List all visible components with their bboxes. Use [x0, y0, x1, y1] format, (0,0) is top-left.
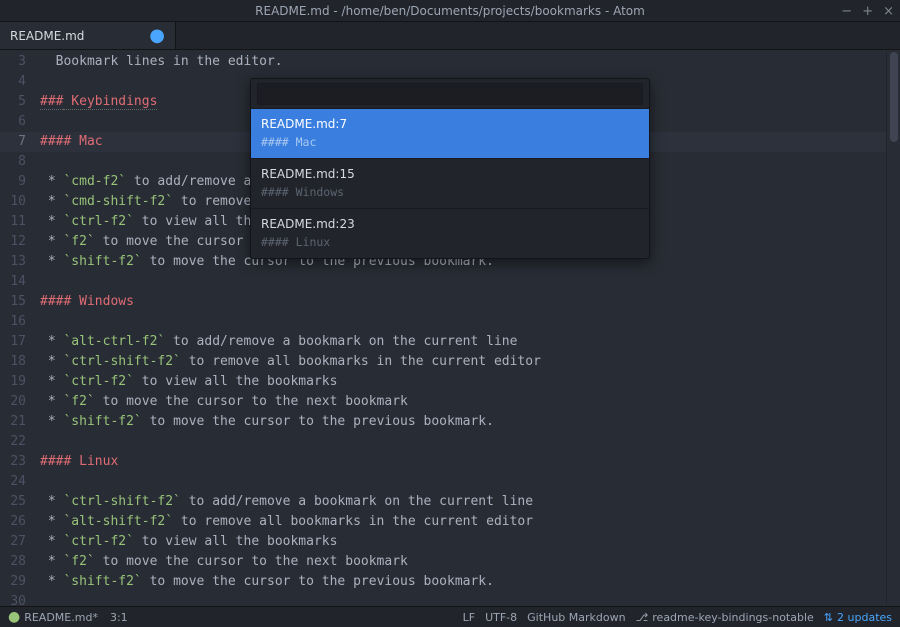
scrollbar-thumb[interactable]	[890, 52, 898, 142]
line-number: 6	[0, 112, 34, 132]
window-minimize-button[interactable]: −	[841, 4, 852, 19]
status-left: ● README.md* 3:1	[8, 611, 128, 624]
heading-hash: ####	[40, 134, 71, 149]
line-number: 20	[0, 392, 34, 412]
code-text: Bookmark lines in the editor.	[40, 54, 283, 69]
line-number: 14	[0, 272, 34, 292]
window-close-button[interactable]: ×	[883, 4, 894, 19]
heading-hash: ###	[40, 94, 63, 110]
editor[interactable]: 3456789101112131415161718192021222324252…	[0, 50, 900, 606]
window-title: README.md - /home/ben/Documents/projects…	[255, 4, 645, 18]
git-branch-label: readme-key-bindings-notable	[652, 611, 814, 624]
window-maximize-button[interactable]: +	[862, 4, 873, 19]
palette-item-secondary: #### Windows	[261, 185, 639, 199]
window-controls: − + ×	[841, 0, 894, 22]
line-number: 3	[0, 52, 34, 72]
tab-readme[interactable]: README.md ●	[0, 22, 176, 49]
line-number: 17	[0, 332, 34, 352]
line-number: 29	[0, 572, 34, 592]
status-right: LF UTF-8 GitHub Markdown ⎇ readme-key-bi…	[463, 611, 892, 624]
updates-label: 2 updates	[837, 611, 892, 624]
line-number: 18	[0, 352, 34, 372]
status-cursor[interactable]: 3:1	[110, 611, 128, 624]
palette-item-primary: README.md:23	[261, 217, 639, 231]
bookmarks-palette: README.md:7 #### Mac README.md:15 #### W…	[250, 78, 650, 259]
updates-icon: ⇅	[824, 611, 833, 624]
line-number: 16	[0, 312, 34, 332]
line-number: 27	[0, 532, 34, 552]
palette-item[interactable]: README.md:23 #### Linux	[251, 208, 649, 258]
palette-item[interactable]: README.md:7 #### Mac	[251, 108, 649, 158]
line-number: 15	[0, 292, 34, 312]
title-bar: README.md - /home/ben/Documents/projects…	[0, 0, 900, 22]
tab-bar: README.md ●	[0, 22, 900, 50]
status-file[interactable]: ● README.md*	[8, 611, 98, 624]
palette-search-input[interactable]	[257, 83, 643, 105]
line-number: 12	[0, 232, 34, 252]
status-encoding[interactable]: UTF-8	[485, 611, 517, 624]
line-number: 23	[0, 452, 34, 472]
line-number: 9	[0, 172, 34, 192]
status-grammar[interactable]: GitHub Markdown	[527, 611, 625, 624]
palette-list: README.md:7 #### Mac README.md:15 #### W…	[251, 108, 649, 258]
status-line-ending[interactable]: LF	[463, 611, 475, 624]
heading-hash: ####	[40, 294, 71, 309]
line-number: 7	[0, 132, 34, 152]
line-number: 11	[0, 212, 34, 232]
line-number: 24	[0, 472, 34, 492]
heading-hash: ####	[40, 454, 71, 469]
line-number: 4	[0, 72, 34, 92]
line-number: 19	[0, 372, 34, 392]
minimap[interactable]	[886, 50, 900, 606]
git-branch-icon: ⎇	[636, 611, 649, 624]
line-number: 5	[0, 92, 34, 112]
gutter: 3456789101112131415161718192021222324252…	[0, 50, 34, 606]
status-updates[interactable]: ⇅ 2 updates	[824, 611, 892, 624]
scrollbar-vertical[interactable]	[888, 50, 900, 606]
palette-item-secondary: #### Mac	[261, 135, 639, 149]
tab-title: README.md	[10, 29, 84, 43]
line-number: 25	[0, 492, 34, 512]
line-number: 21	[0, 412, 34, 432]
line-number: 13	[0, 252, 34, 272]
line-number: 28	[0, 552, 34, 572]
palette-item-primary: README.md:7	[261, 117, 639, 131]
heading-text: Linux	[71, 454, 118, 469]
line-number: 10	[0, 192, 34, 212]
palette-item-primary: README.md:15	[261, 167, 639, 181]
line-number: 26	[0, 512, 34, 532]
palette-item-secondary: #### Linux	[261, 235, 639, 249]
heading-text: Keybindings	[63, 94, 157, 110]
heading-text: Windows	[71, 294, 134, 309]
line-number: 22	[0, 432, 34, 452]
line-number: 8	[0, 152, 34, 172]
palette-item[interactable]: README.md:15 #### Windows	[251, 158, 649, 208]
status-bar: ● README.md* 3:1 LF UTF-8 GitHub Markdow…	[0, 606, 900, 627]
heading-text: Mac	[71, 134, 102, 149]
status-git-branch[interactable]: ⎇ readme-key-bindings-notable	[636, 611, 814, 624]
status-file-label: README.md*	[24, 611, 98, 624]
